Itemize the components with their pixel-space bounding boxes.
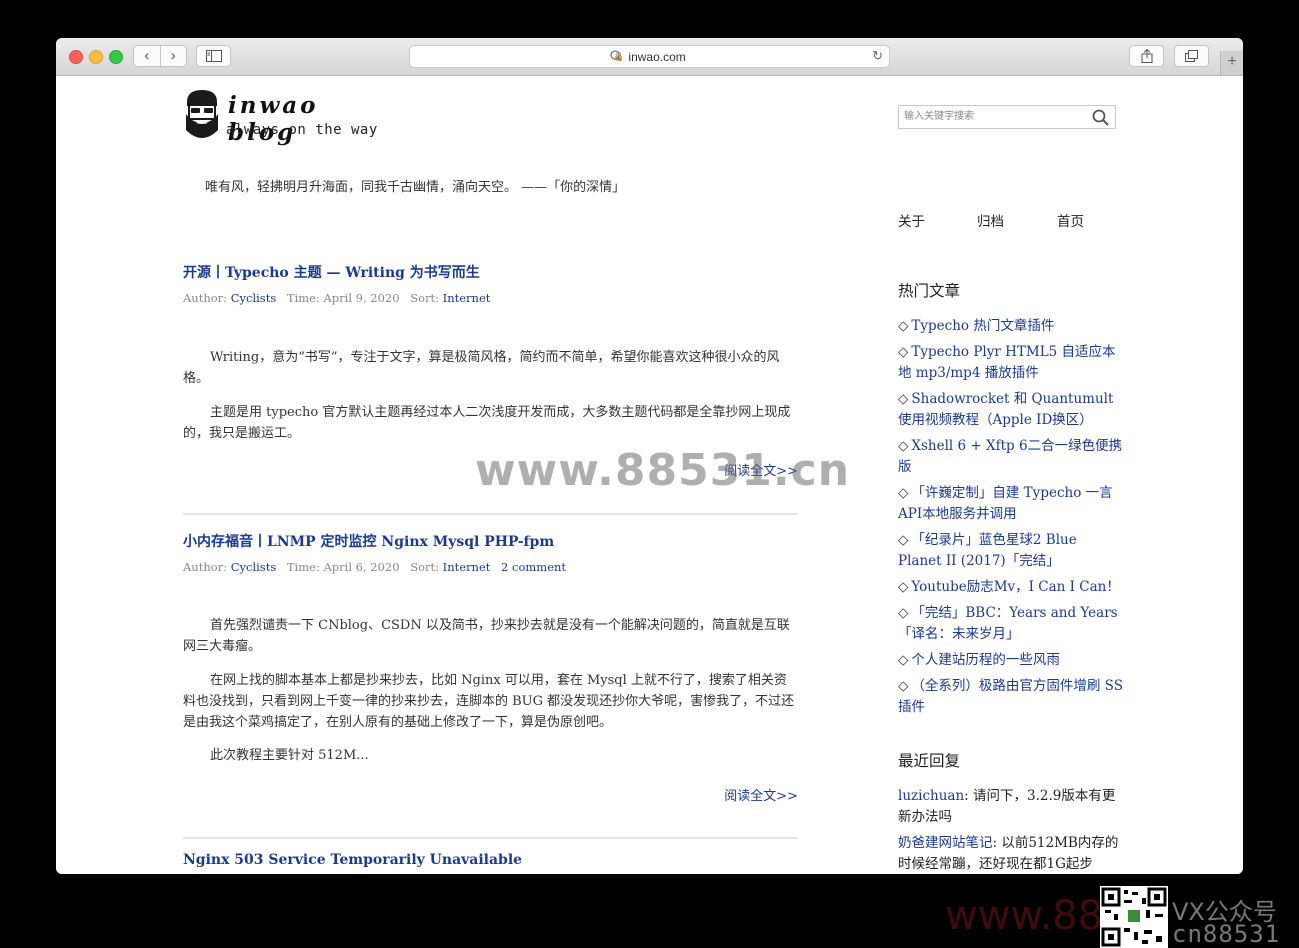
post-excerpt: 首先强烈谴责一下 CNblog、CSDN 以及简书，抄来抄去就是没有一个能解决问… [183,618,795,763]
post-comments-link[interactable]: 2 comment [501,560,566,574]
post-divider [183,837,798,839]
browser-toolbar: ‹ › 🔒 inwao.com ↻ + [56,38,1243,76]
sidebar-toggle-button[interactable] [196,45,231,67]
popular-post-item[interactable]: ◇ 个人建站历程的一些风雨 [898,650,1123,671]
address-bar[interactable]: 🔒 inwao.com ↻ [409,45,890,68]
site-logo[interactable]: inwao blog always on the way [183,88,383,146]
popular-post-item[interactable]: ◇ 「完结」BBC：Years and Years 「译名：未来岁月」 [898,603,1123,645]
diamond-icon: ◇ [898,438,909,454]
search-icon [610,50,622,62]
minimize-window-button[interactable] [89,50,103,64]
reload-icon[interactable]: ↻ [872,48,883,64]
post-time: April 9, 2020 [323,291,400,305]
qr-code-icon [1100,886,1168,948]
post-divider [183,513,798,515]
post-meta: Author: Cyclists Time: April 9, 2020 Sor… [183,291,491,305]
url-text: inwao.com [628,49,686,64]
back-forward-group: ‹ › [133,45,187,67]
read-more-link[interactable]: 阅读全文>> [724,785,798,804]
forward-button[interactable]: › [161,46,187,66]
diamond-icon: ◇ [898,318,909,334]
logo-subtitle: always on the way [226,122,378,138]
post-meta: Author: Cyclists Time: April 6, 2020 Sor… [183,560,567,574]
share-icon [1141,49,1152,63]
qr-label-id: cn88531 [1172,920,1281,948]
diamond-icon: ◇ [898,605,909,621]
popular-post-item[interactable]: ◇ Typecho Plyr HTML5 自适应本地 mp3/mp4 播放插件 [898,342,1123,384]
bearded-man-logo-icon [186,90,218,138]
popular-post-item[interactable]: ◇ Youtube励志Mv，I Can I Can！ [898,577,1123,598]
diamond-icon: ◇ [898,485,909,501]
post-category-link[interactable]: Internet [443,291,491,305]
post-author-link[interactable]: Cyclists [231,560,277,574]
tabs-overview-icon [1184,50,1198,62]
show-tabs-button[interactable] [1174,45,1209,67]
recent-comments-list: luzichuan: 请问下，3.2.9版本有更新办法吗 奶爸建网站笔记: 以前… [898,786,1123,874]
post-category-link[interactable]: Internet [443,560,491,574]
diamond-icon: ◇ [898,579,909,595]
post-excerpt: Writing，意为“书写”，专注于文字，算是极简风格，简约而不简单，希望你能喜… [183,350,791,441]
nav-archive[interactable]: 归档 [977,210,1004,230]
center-watermark: www.88531.cn [475,445,851,496]
search-icon[interactable] [1092,109,1109,126]
post-title[interactable]: Nginx 503 Service Temporarily Unavailabl… [183,852,798,868]
recent-comment-item[interactable]: luzichuan: 请问下，3.2.9版本有更新办法吗 [898,786,1123,828]
diamond-icon: ◇ [898,344,909,360]
close-window-button[interactable] [69,50,83,64]
zoom-window-button[interactable] [109,50,123,64]
popular-posts-list: ◇ Typecho 热门文章插件 ◇ Typecho Plyr HTML5 自适应本… [898,316,1123,723]
diamond-icon: ◇ [898,391,909,407]
recent-comments-heading: 最近回复 [898,752,961,770]
post-item: 小内存福音丨LNMP 定时监控 Nginx Mysql PHP-fpm Auth… [183,531,798,839]
sidebar-icon [205,50,222,62]
diamond-icon: ◇ [898,532,909,548]
new-tab-button[interactable]: + [1220,51,1243,75]
post-time: April 6, 2020 [323,560,400,574]
post-item: Nginx 503 Service Temporarily Unavailabl… [183,852,798,868]
post-item: 开源丨Typecho 主题 — Writing 为书写而生 Author: Cy… [183,262,798,515]
diamond-icon: ◇ [898,678,909,694]
popular-post-item[interactable]: ◇ Shadowrocket 和 Quantumult 使用视频教程（Apple … [898,389,1123,431]
popular-post-item[interactable]: ◇ 「纪录片」蓝色星球2 Blue Planet II (2017)「完结」 [898,530,1123,572]
popular-post-item[interactable]: ◇ Xshell 6 + Xftp 6二合一绿色便携版 [898,436,1123,478]
nav-home[interactable]: 首页 [1057,210,1084,230]
share-button[interactable] [1129,45,1164,67]
comment-author[interactable]: 奶爸建网站笔记 [898,835,993,851]
nav-about[interactable]: 关于 [898,210,925,230]
back-button[interactable]: ‹ [134,46,161,66]
popular-post-item[interactable]: ◇ Typecho 热门文章插件 [898,316,1123,337]
recent-comment-item[interactable]: 奶爸建网站笔记: 以前512MB内存的时候经常蹦，还好现在都1G起步 [898,833,1123,874]
comment-author[interactable]: luzichuan [898,788,964,804]
post-author-link[interactable]: Cyclists [231,291,277,305]
search-input[interactable]: 输入关键字搜索 [898,105,1116,129]
post-title[interactable]: 开源丨Typecho 主题 — Writing 为书写而生 [183,262,798,282]
popular-post-item[interactable]: ◇ 「许巍定制」自建 Typecho 一言 API本地服务并调用 [898,483,1123,525]
popular-post-item[interactable]: ◇ （全系列）极路由官方固件增刷 SS 插件 [898,676,1123,718]
site-tagline: 唯有风，轻拂明月升海面，同我千古幽情，涌向天空。 ——「你的深情」 [205,180,626,195]
post-title[interactable]: 小内存福音丨LNMP 定时监控 Nginx Mysql PHP-fpm [183,531,798,551]
popular-posts-heading: 热门文章 [898,282,961,300]
diamond-icon: ◇ [898,652,909,668]
